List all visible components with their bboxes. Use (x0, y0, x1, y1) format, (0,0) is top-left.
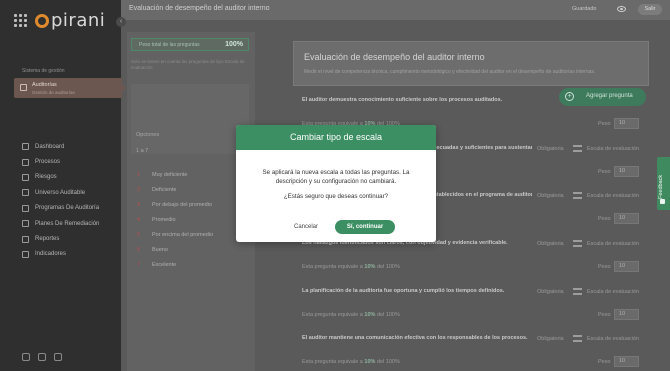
weight-input[interactable]: 10 (614, 309, 639, 320)
scale-type-icon (573, 288, 582, 295)
grid-icon (22, 189, 29, 197)
scale-option: 2 Deficiente (137, 187, 177, 193)
confirm-button[interactable]: Sí, continuar (335, 220, 395, 234)
scale-type-icon (573, 145, 582, 152)
scale-type-icon (573, 192, 582, 199)
evaluation-title-card: Evaluación de desempeño del auditor inte… (293, 41, 649, 86)
mail-icon[interactable] (54, 353, 62, 361)
question-card[interactable]: La planificación de la auditoría fue opo… (293, 286, 649, 328)
sidebar-item-indicadores[interactable]: Indicadores (22, 247, 99, 262)
sidebar-active-sublabel: Gestión de auditorías (32, 90, 75, 95)
feedback-icon (660, 199, 665, 204)
sidebar-item-planes[interactable]: Planes De Remediación (22, 216, 99, 231)
list-icon (22, 158, 29, 166)
help-icon[interactable] (22, 353, 30, 361)
exit-button[interactable]: Salir (638, 4, 662, 15)
scale-option: 3 Por debajo del promedio (137, 202, 212, 208)
active-indicator (121, 83, 126, 93)
sidebar-item-auditorias[interactable]: Auditorías Gestión de auditorías (14, 78, 126, 98)
check-icon (22, 220, 29, 228)
question-card[interactable]: El auditor mantiene una comunicación efe… (293, 333, 649, 371)
weight-input[interactable]: 10 (614, 356, 639, 367)
collapse-sidebar-button[interactable]: ‹ (116, 17, 126, 27)
target-icon (22, 250, 29, 258)
total-weight-label: Peso total de las preguntas (139, 42, 200, 48)
apps-grid-icon[interactable] (14, 14, 27, 27)
panel-block (131, 84, 249, 154)
audit-icon (20, 84, 27, 91)
sidebar: pirani Sistema de gestión Auditorías Ges… (0, 0, 126, 371)
scale-option: 4 Promedio (137, 217, 176, 223)
weight-input[interactable]: 10 (614, 261, 639, 272)
logo-text: pirani (51, 10, 106, 31)
page-title: Evaluación de desempeño del auditor inte… (129, 5, 270, 12)
evaluation-title: Evaluación de desempeño del auditor inte… (304, 52, 485, 62)
feedback-tab[interactable]: Feedback (657, 157, 670, 210)
scale-option: 6 Bueno (137, 247, 168, 253)
sidebar-item-programas[interactable]: Programas De Auditoría (22, 201, 99, 216)
sidebar-nav: Dashboard Procesos Riesgos Universo Audi… (22, 139, 99, 262)
save-status: Guardado (572, 6, 597, 12)
scale-option: 5 Por encima del promedio (137, 232, 214, 238)
modal-title: Cambiar tipo de escala (289, 132, 383, 142)
scale-type-icon (573, 240, 582, 247)
sidebar-item-dashboard[interactable]: Dashboard (22, 139, 99, 154)
alert-icon (22, 173, 29, 181)
scale-option: 7 Excelente (137, 262, 177, 268)
monitor-icon (22, 143, 29, 151)
sidebar-item-riesgos[interactable]: Riesgos (22, 170, 99, 185)
feedback-label: Feedback (658, 174, 664, 199)
top-header: Evaluación de desempeño del auditor inte… (121, 0, 670, 20)
sidebar-active-label: Auditorías (32, 82, 57, 88)
folder-icon (22, 204, 29, 212)
weight-input[interactable]: 10 (614, 166, 639, 177)
evaluation-description: Medir el nivel de competencia técnica, c… (304, 69, 596, 75)
doc-icon (22, 235, 29, 243)
options-label: Opciones (136, 132, 160, 138)
logo-row: pirani (14, 10, 105, 31)
weight-input[interactable]: 10 (614, 213, 639, 224)
total-weight-box: Peso total de las preguntas 100% (131, 38, 249, 51)
sidebar-caption: Sistema de gestión (22, 68, 65, 74)
sidebar-item-reportes[interactable]: Reportes (22, 231, 99, 246)
logo-mark-icon (35, 13, 49, 28)
total-weight-value: 100% (225, 41, 243, 48)
modal-header: Cambiar tipo de escala (236, 125, 436, 150)
sidebar-item-procesos[interactable]: Procesos (22, 154, 99, 169)
preview-eye-icon[interactable] (617, 6, 626, 12)
sidebar-item-universo[interactable]: Universo Auditable (22, 185, 99, 200)
modal-message: Se aplicará la nueva escala a todas las … (262, 169, 410, 185)
question-card[interactable]: Los hallazgos identificados son claros, … (293, 238, 649, 280)
change-scale-modal: Cambiar tipo de escala Se aplicará la nu… (236, 125, 436, 242)
cancel-button[interactable]: Cancelar (288, 222, 324, 233)
scale-type-icon (573, 335, 582, 342)
scale-option: 1 Muy deficiente (137, 172, 188, 178)
weight-input[interactable]: 10 (614, 118, 639, 129)
modal-question: ¿Estás seguro que deseas continuar? (283, 193, 389, 200)
options-range[interactable]: 1 a 7 (136, 148, 148, 154)
weights-note: Solo se tienen en cuenta las preguntas d… (131, 59, 245, 70)
sidebar-bottom (22, 353, 62, 361)
files-icon[interactable] (38, 353, 46, 361)
